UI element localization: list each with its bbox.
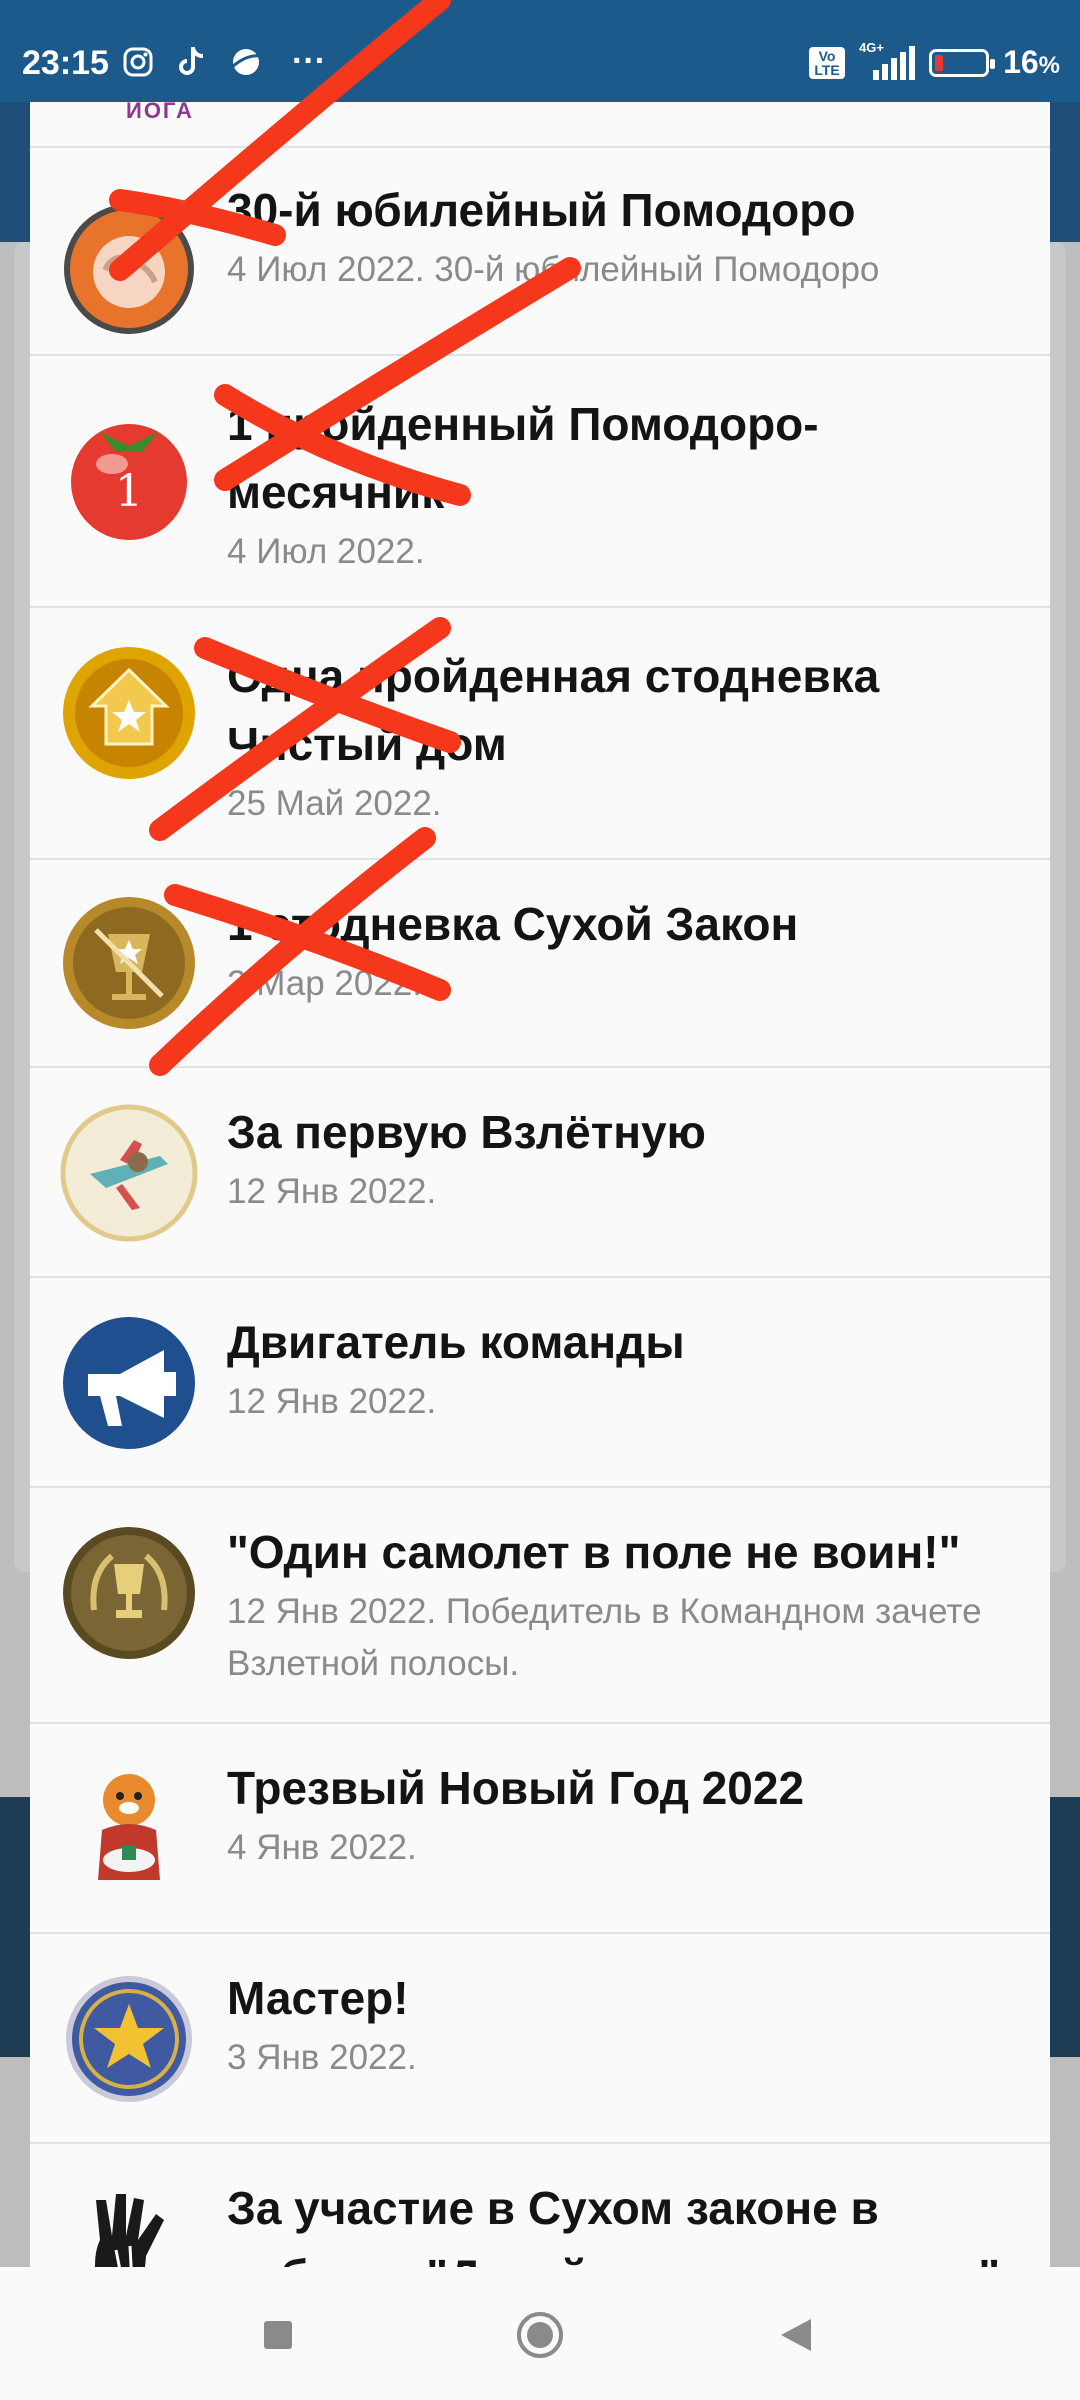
list-item[interactable]: Трезвый Новый Год 2022 4 Янв 2022. [30, 1724, 1050, 1934]
megaphone-badge-icon [60, 1314, 198, 1452]
achievement-title: Одна пройденная стодневка Чистый дом [227, 650, 880, 770]
achievement-title: 1 пройденный Помодоро-месячник [227, 398, 819, 518]
list-item[interactable]: "Один самолет в поле не воин!" 12 Янв 20… [30, 1488, 1050, 1724]
list-item[interactable]: Одна пройденная стодневка Чистый дом 25 … [30, 608, 1050, 860]
achievement-date: 12 Янв 2022. [227, 1172, 437, 1211]
achievement-title: "Один самолет в поле не воин!" [227, 1526, 961, 1578]
airplane-badge-icon [60, 1104, 198, 1242]
list-item[interactable]: 1 стодневка Сухой Закон 2 Мар 2022. [30, 860, 1050, 1068]
achievement-title: 30-й юбилейный Помодоро [227, 184, 856, 236]
instagram-icon [120, 44, 156, 80]
list-item[interactable]: Двигатель команды 12 Янв 2022. [30, 1278, 1050, 1488]
achievement-title: За первую Взлётную [227, 1106, 706, 1158]
house-star-badge-icon [60, 644, 198, 782]
achievement-title: Трезвый Новый Год 2022 [227, 1762, 805, 1814]
more-notifications: ··· [292, 42, 326, 80]
achievement-date: 4 Июл 2022. [227, 532, 425, 571]
planet-icon [228, 44, 264, 80]
svg-text:1: 1 [115, 466, 143, 517]
status-bar: 23:15 ··· Vo LTE 4G+ 16% [0, 0, 1080, 102]
list-item[interactable]: За участие в Сухом законе в рубрике "Дав… [30, 2144, 1050, 2267]
network-type: 4G+ [859, 39, 884, 55]
home-circle-icon[interactable] [510, 2305, 570, 2365]
system-status-icons: Vo LTE 4G+ 16% [809, 40, 1060, 81]
notification-icons: ··· [120, 42, 326, 81]
no-alcohol-badge-icon [60, 894, 198, 1032]
list-item-partial: ЙОГА [30, 102, 1050, 148]
achievement-date: 4 Июл 2022. 30-й юбилейный Помодоро [227, 250, 880, 289]
battery-level: 16% [1003, 44, 1060, 80]
partial-logo: ЙОГА [126, 102, 194, 123]
achievement-title: 1 стодневка Сухой Закон [227, 898, 799, 950]
star-badge-icon [60, 1970, 198, 2108]
achievement-date: 12 Янв 2022. [227, 1382, 437, 1421]
list-item[interactable]: За первую Взлётную 12 Янв 2022. [30, 1068, 1050, 1278]
achievement-description: 12 Янв 2022. Победитель в Командном заче… [227, 1592, 982, 1683]
achievement-title: За участие в Сухом законе в рубрике "Дав… [227, 2182, 1000, 2267]
trophy-badge-icon [60, 1524, 198, 1662]
achievement-date: 2 Мар 2022. [227, 964, 422, 1003]
tomato-hand-icon [60, 200, 198, 338]
back-triangle-icon[interactable] [766, 2305, 826, 2365]
volte-icon: Vo LTE [809, 46, 846, 79]
achievements-dialog[interactable]: ЙОГА 30-й юбилейный Помодоро 4 Июл 2022.… [30, 102, 1050, 2267]
list-item[interactable]: 1 1 пройденный Помодоро-месячник 4 Июл 2… [30, 356, 1050, 608]
achievement-date: 4 Янв 2022. [227, 1828, 417, 1867]
achievement-title: Мастер! [227, 1972, 409, 2024]
battery-icon [929, 48, 996, 77]
tiktok-icon [174, 44, 210, 80]
tomato-one-icon: 1 [60, 406, 198, 544]
list-item[interactable]: Мастер! 3 Янв 2022. [30, 1934, 1050, 2144]
tiger-icon [60, 1760, 198, 1898]
hand-print-icon [60, 2180, 198, 2267]
achievement-title: Двигатель команды [227, 1316, 685, 1368]
achievement-date: 25 Май 2022. [227, 784, 442, 823]
achievement-date: 3 Янв 2022. [227, 2038, 417, 2077]
status-time: 23:15 [22, 44, 109, 82]
signal-icon: 4G+ [859, 40, 916, 80]
recents-square-icon[interactable] [248, 2305, 308, 2365]
list-item[interactable]: 30-й юбилейный Помодоро 4 Июл 2022. 30-й… [30, 148, 1050, 356]
navigation-bar [0, 2267, 1080, 2400]
